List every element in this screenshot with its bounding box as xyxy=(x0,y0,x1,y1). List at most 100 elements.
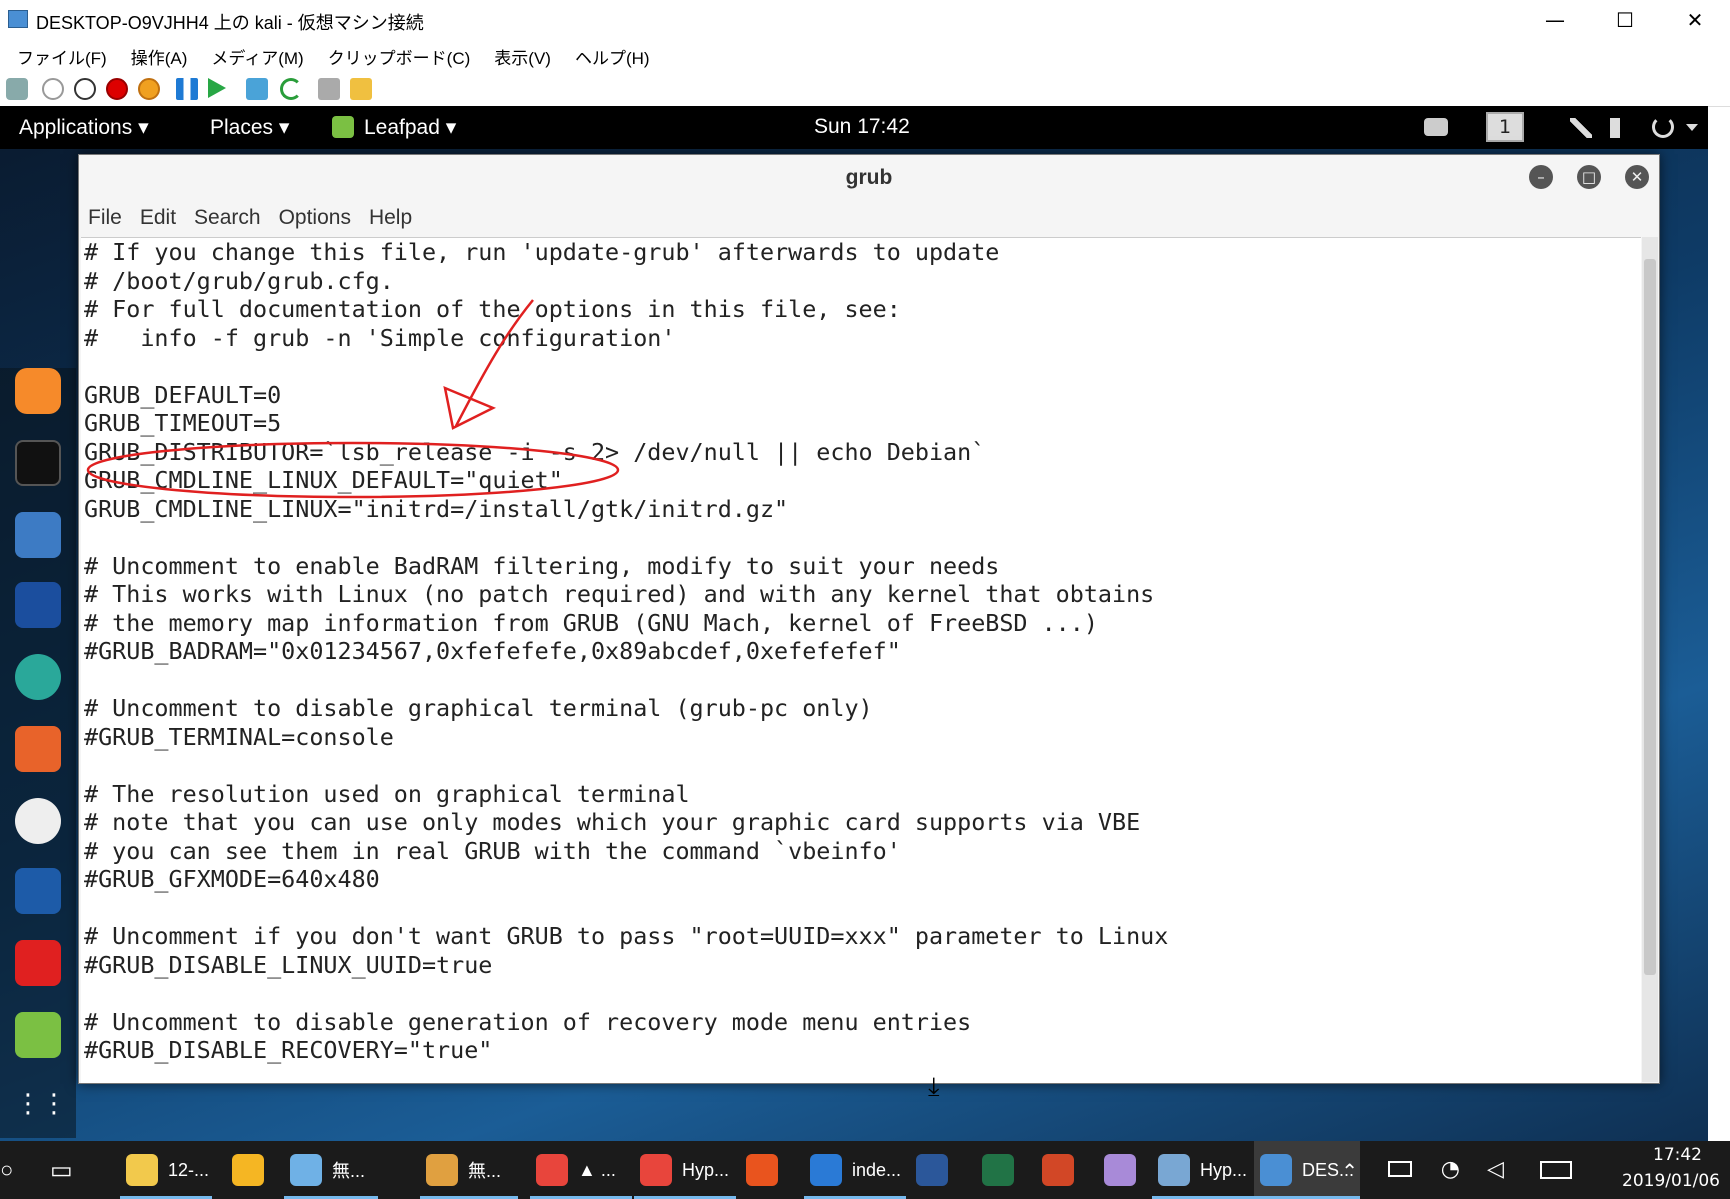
ctrl-alt-del-icon[interactable] xyxy=(6,78,28,100)
leafpad-menu-edit[interactable]: Edit xyxy=(140,206,176,230)
enhanced-session-icon[interactable] xyxy=(318,78,340,100)
menu-file[interactable]: ファイル(F) xyxy=(17,44,107,69)
applications-menu[interactable]: Applications ▾ xyxy=(19,115,149,140)
taskbar-date[interactable]: 2019/01/06 xyxy=(1622,1171,1720,1191)
leafpad-menu-file[interactable]: File xyxy=(88,206,122,230)
annotation-arrow-head xyxy=(443,385,497,430)
chevron-up-icon[interactable]: ⌃ xyxy=(1341,1159,1358,1183)
metasploit-icon[interactable] xyxy=(15,582,61,628)
terminal-icon[interactable] xyxy=(15,440,61,486)
menu-action[interactable]: 操作(A) xyxy=(131,44,188,69)
kali-top-panel: Applications ▾ Places ▾ Leafpad ▾ Sun 17… xyxy=(0,106,1708,149)
taskbar-app-icon xyxy=(126,1154,158,1186)
scrollbar-thumb[interactable] xyxy=(1644,259,1656,975)
leafpad-app-icon xyxy=(332,116,354,138)
menu-media[interactable]: メディア(M) xyxy=(211,44,303,69)
taskbar-item[interactable]: 無... xyxy=(284,1141,378,1199)
taskbar-item[interactable] xyxy=(226,1141,284,1199)
taskbar-item[interactable] xyxy=(740,1141,802,1199)
maltego-icon[interactable] xyxy=(15,798,61,844)
turn-off-icon[interactable] xyxy=(74,78,96,100)
task-view-icon[interactable]: ▭ xyxy=(50,1141,90,1199)
taskbar-app-icon xyxy=(536,1154,568,1186)
taskbar-item[interactable] xyxy=(976,1141,1038,1199)
taskbar-app-icon xyxy=(810,1154,842,1186)
taskbar-time[interactable]: 17:42 xyxy=(1653,1145,1702,1165)
volume-icon[interactable] xyxy=(1610,118,1634,138)
taskbar-app-icon xyxy=(1042,1154,1074,1186)
minimize-button[interactable]: — xyxy=(1520,0,1590,40)
places-menu[interactable]: Places ▾ xyxy=(210,115,289,140)
leafpad-menu-search[interactable]: Search xyxy=(194,206,261,230)
menu-clipboard[interactable]: クリップボード(C) xyxy=(328,44,471,69)
taskbar-item-label: 無... xyxy=(468,1161,502,1181)
search-icon[interactable]: ○ xyxy=(0,1141,14,1199)
keyboard-icon[interactable] xyxy=(1540,1161,1572,1179)
close-button[interactable]: ✕ xyxy=(1660,0,1730,40)
taskbar-item[interactable]: 12-... xyxy=(120,1141,212,1199)
taskbar-item-label: 無... xyxy=(332,1161,366,1181)
firefox-icon[interactable] xyxy=(15,368,61,414)
editor-scrollbar[interactable] xyxy=(1642,237,1658,1082)
leafpad-window: grub – □ ✕ File Edit Search Options Help… xyxy=(78,154,1660,1084)
vm-connection-icon xyxy=(8,10,28,28)
start-icon[interactable] xyxy=(42,78,64,100)
host-window-title: DESKTOP-O9VJHH4 上の kali - 仮想マシン接続 xyxy=(36,13,424,33)
faraday-icon[interactable] xyxy=(15,940,61,986)
leafpad-app-menu[interactable]: Leafpad ▾ xyxy=(364,115,456,140)
annotation-circle xyxy=(86,441,620,499)
menu-view[interactable]: 表示(V) xyxy=(494,44,551,69)
show-apps-icon[interactable]: ⋮⋮ xyxy=(15,1084,67,1130)
leafpad-minimize-button[interactable]: – xyxy=(1529,165,1553,189)
taskbar-app-icon xyxy=(290,1154,322,1186)
text-editor-area[interactable]: # If you change this file, run 'update-g… xyxy=(81,237,1641,1083)
pause-icon[interactable] xyxy=(176,78,198,100)
taskbar-item[interactable] xyxy=(910,1141,972,1199)
download-icon: ⤓ xyxy=(928,1072,940,1102)
taskbar-item[interactable]: Hyp... xyxy=(1152,1141,1254,1199)
speaker-icon[interactable]: ◁ xyxy=(1487,1157,1504,1182)
checkpoint-icon[interactable] xyxy=(246,78,268,100)
leafpad-menu-help[interactable]: Help xyxy=(369,206,412,230)
taskbar-item[interactable] xyxy=(1098,1141,1160,1199)
menu-help[interactable]: ヘルプ(H) xyxy=(575,44,650,69)
vm-screen[interactable]: Applications ▾ Places ▾ Leafpad ▾ Sun 17… xyxy=(0,106,1708,1199)
leafpad-maximize-button[interactable]: □ xyxy=(1577,165,1601,189)
network-icon[interactable] xyxy=(1570,118,1592,138)
files-icon[interactable] xyxy=(15,512,61,558)
taskbar-item[interactable]: ▲ ... xyxy=(530,1141,632,1199)
shutdown-icon[interactable] xyxy=(106,78,128,100)
leafpad-menu-bar: File Edit Search Options Help xyxy=(79,200,1659,236)
beef-icon[interactable] xyxy=(15,868,61,914)
burpsuite-icon[interactable] xyxy=(15,726,61,772)
battery-icon[interactable] xyxy=(1388,1161,1412,1177)
panel-clock[interactable]: Sun 17:42 xyxy=(814,115,910,139)
kali-dock: ⋮⋮ xyxy=(0,368,76,1138)
chevron-down-icon[interactable] xyxy=(1686,124,1698,131)
red-annotation xyxy=(86,299,620,499)
taskbar-item[interactable]: 無... xyxy=(420,1141,518,1199)
host-title-bar: DESKTOP-O9VJHH4 上の kali - 仮想マシン接続 — ☐ ✕ xyxy=(0,0,1730,40)
save-icon[interactable] xyxy=(138,78,160,100)
taskbar-app-icon xyxy=(1260,1154,1292,1186)
resume-icon[interactable] xyxy=(208,78,226,98)
armitage-icon[interactable] xyxy=(15,654,61,700)
taskbar-item[interactable] xyxy=(1036,1141,1098,1199)
taskbar-item[interactable]: Hyp... xyxy=(634,1141,736,1199)
wifi-icon[interactable]: ◔ xyxy=(1441,1157,1460,1182)
host-menu-bar: ファイル(F) 操作(A) メディア(M) クリップボード(C) 表示(V) ヘ… xyxy=(0,40,1730,72)
maximize-button[interactable]: ☐ xyxy=(1590,0,1660,40)
power-icon[interactable] xyxy=(1652,116,1674,138)
workspace-indicator[interactable]: 1 xyxy=(1486,112,1524,142)
leafpad-dock-icon[interactable] xyxy=(15,1012,61,1058)
share-icon[interactable] xyxy=(350,78,372,100)
taskbar-app-icon xyxy=(916,1154,948,1186)
taskbar-app-icon xyxy=(1104,1154,1136,1186)
leafpad-menu-options[interactable]: Options xyxy=(279,206,351,230)
taskbar-item-label: inde... xyxy=(852,1159,902,1180)
taskbar-item[interactable]: inde... xyxy=(804,1141,906,1199)
revert-icon[interactable] xyxy=(280,78,302,100)
taskbar-app-icon xyxy=(426,1154,458,1186)
video-camera-icon[interactable] xyxy=(1424,118,1448,136)
leafpad-close-button[interactable]: ✕ xyxy=(1625,165,1649,189)
